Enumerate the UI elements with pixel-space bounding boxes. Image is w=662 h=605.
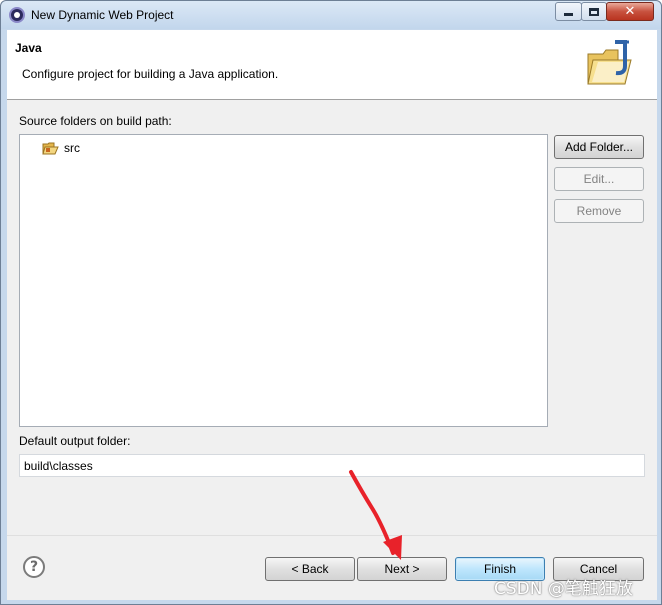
- dialog-body: Java Configure project for building a Ja…: [7, 30, 657, 600]
- footer-divider: [7, 535, 657, 536]
- maximize-icon: [589, 7, 599, 16]
- minimize-icon: [564, 13, 573, 16]
- page-description: Configure project for building a Java ap…: [22, 67, 279, 81]
- source-folders-tree[interactable]: src: [19, 134, 548, 427]
- remove-button[interactable]: Remove: [554, 199, 644, 223]
- output-folder-label: Default output folder:: [19, 434, 131, 448]
- back-button[interactable]: < Back: [265, 557, 355, 581]
- watermark: CSDN @笔触狂放: [494, 579, 633, 599]
- wizard-header: Java Configure project for building a Ja…: [7, 30, 657, 100]
- edit-button[interactable]: Edit...: [554, 167, 644, 191]
- help-icon[interactable]: ?: [23, 556, 45, 578]
- close-icon: ✕: [624, 4, 636, 19]
- tree-item-src[interactable]: src: [42, 141, 80, 155]
- dialog-window: New Dynamic Web Project ✕ Java Configure…: [0, 0, 662, 605]
- output-folder-field[interactable]: build\classes: [19, 454, 645, 477]
- java-folder-icon: [587, 40, 632, 85]
- page-title: Java: [15, 41, 42, 55]
- add-folder-button[interactable]: Add Folder...: [554, 135, 644, 159]
- tree-item-label: src: [64, 141, 80, 155]
- window-title: New Dynamic Web Project: [31, 8, 174, 22]
- eclipse-app-icon: [9, 7, 25, 23]
- minimize-button[interactable]: [555, 2, 582, 21]
- title-bar[interactable]: New Dynamic Web Project ✕: [1, 1, 661, 29]
- source-folders-label: Source folders on build path:: [19, 114, 172, 128]
- close-button[interactable]: ✕: [606, 2, 654, 21]
- maximize-button[interactable]: [581, 2, 607, 21]
- source-folder-icon: [42, 142, 59, 154]
- next-button[interactable]: Next >: [357, 557, 447, 581]
